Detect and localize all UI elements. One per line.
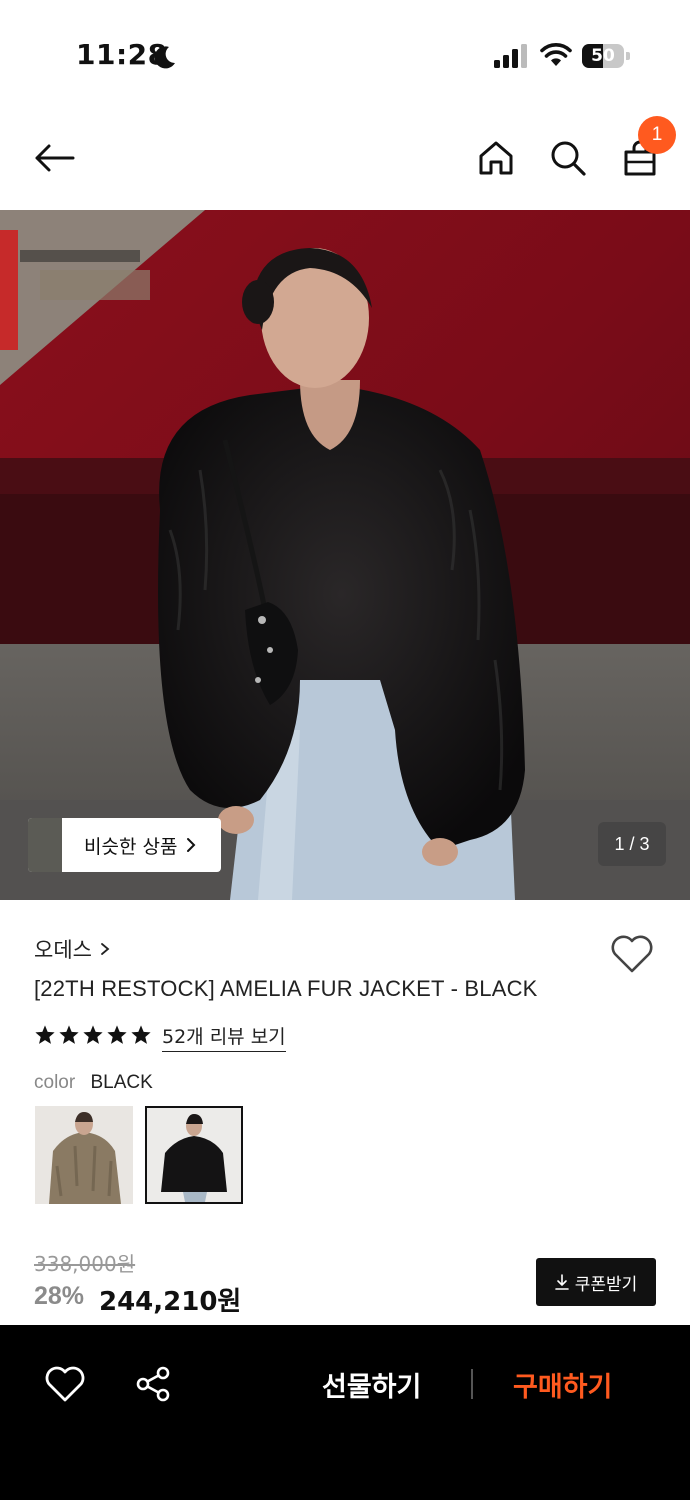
heart-icon[interactable]: [44, 1365, 86, 1403]
product-photo: [0, 210, 690, 900]
color-swatch-option[interactable]: [35, 1106, 133, 1204]
coupon-download-button[interactable]: 쿠폰받기: [536, 1258, 656, 1306]
battery-icon: 50: [582, 44, 630, 68]
chevron-right-icon: [101, 943, 110, 955]
wifi-icon: [540, 43, 572, 66]
gift-button[interactable]: 선물하기: [322, 1365, 421, 1404]
top-navigation: [0, 110, 690, 210]
product-title: [22TH RESTOCK] AMELIA FUR JACKET - BLACK: [34, 976, 538, 1001]
brand-link[interactable]: 오데스: [34, 934, 110, 964]
color-selector-label: color BLACK: [34, 1072, 153, 1094]
home-icon: [479, 141, 513, 175]
bottom-action-bar: 선물하기 구매하기: [0, 1325, 690, 1500]
search-button[interactable]: [546, 136, 590, 180]
coupon-label: 쿠폰받기: [574, 1274, 638, 1295]
star-icon: [107, 1025, 127, 1044]
home-button[interactable]: [474, 136, 518, 180]
signal-icon: [494, 44, 527, 68]
status-bar: 11:28 50: [0, 0, 690, 110]
star-icon: [59, 1025, 79, 1044]
color-value: BLACK: [90, 1072, 153, 1093]
swatch-thumbnail-brown: [35, 1106, 133, 1204]
share-icon[interactable]: [134, 1365, 172, 1403]
search-icon: [551, 141, 586, 176]
star-icon: [35, 1025, 55, 1044]
color-key: color: [34, 1072, 76, 1093]
product-image[interactable]: [0, 210, 690, 900]
similar-product-thumbnail: [28, 818, 62, 872]
buy-button[interactable]: 구매하기: [513, 1365, 612, 1404]
image-page-indicator: 1 / 3: [598, 822, 666, 866]
similar-products-label: 비슷한 상품: [84, 835, 178, 858]
back-button[interactable]: [32, 136, 76, 180]
cart-count-badge: 1: [638, 116, 676, 154]
divider: [471, 1369, 473, 1399]
wishlist-heart-icon[interactable]: [610, 934, 654, 974]
moon-icon: [154, 46, 175, 69]
review-link[interactable]: 52개 리뷰 보기: [162, 1022, 286, 1052]
brand-name: 오데스: [34, 938, 92, 962]
original-price: 338,000원: [34, 1252, 136, 1276]
chevron-right-icon: [187, 838, 196, 852]
color-swatch-option-selected[interactable]: [145, 1106, 243, 1204]
final-price: 244,210원: [99, 1287, 242, 1317]
discount-rate: 28%: [34, 1282, 85, 1310]
rating-stars: [34, 1024, 152, 1046]
similar-products-button[interactable]: 비슷한 상품: [28, 818, 221, 872]
swatch-thumbnail-black: [147, 1108, 241, 1202]
download-icon: [554, 1274, 569, 1290]
back-arrow-icon: [35, 144, 75, 172]
star-icon: [131, 1025, 151, 1044]
star-icon: [83, 1025, 103, 1044]
battery-level-text: 50: [591, 46, 615, 66]
